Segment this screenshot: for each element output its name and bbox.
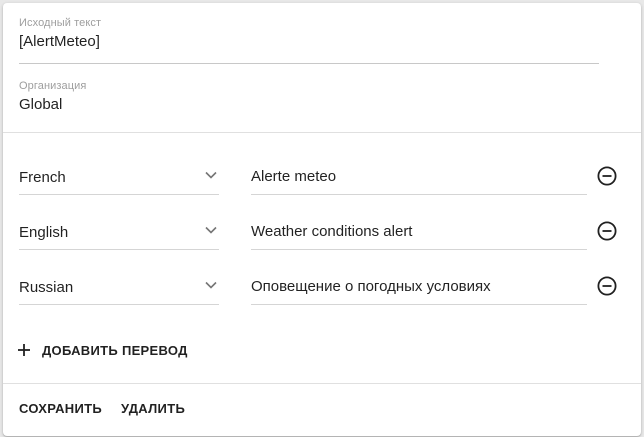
translation-row-french: French	[3, 157, 641, 207]
language-select-russian[interactable]: Russian	[19, 267, 219, 305]
save-button[interactable]: СОХРАНИТЬ	[19, 400, 102, 418]
save-button-label: СОХРАНИТЬ	[19, 401, 102, 416]
language-select-label: English	[19, 224, 69, 241]
plus-icon	[18, 344, 30, 356]
delete-button-label: УДАЛИТЬ	[121, 401, 186, 416]
language-select-english[interactable]: English	[19, 212, 219, 250]
translation-input-field[interactable]	[251, 157, 587, 185]
chevron-down-icon	[205, 226, 217, 234]
translation-input-russian[interactable]	[251, 267, 587, 305]
add-translation-button[interactable]: ДОБАВИТЬ ПЕРЕВОД	[17, 338, 188, 362]
source-text-field[interactable]: Исходный текст [AlertMeteo]	[19, 17, 599, 64]
add-translation-label: ДОБАВИТЬ ПЕРЕВОД	[42, 342, 188, 358]
language-select-label: French	[19, 169, 66, 186]
organization-value: Global	[19, 96, 63, 113]
translation-card: Исходный текст [AlertMeteo] Организация …	[3, 3, 641, 436]
delete-button[interactable]: УДАЛИТЬ	[121, 400, 185, 418]
translation-input-field[interactable]	[251, 212, 587, 240]
translation-input-field[interactable]	[251, 267, 587, 295]
translation-row-english: English	[3, 212, 641, 262]
organization-label: Организация	[19, 80, 87, 92]
remove-circle-icon[interactable]	[596, 275, 618, 297]
language-select-label: Russian	[19, 279, 74, 296]
chevron-down-icon	[205, 171, 217, 179]
header-divider	[3, 132, 641, 133]
footer-divider	[3, 383, 641, 384]
translation-input-english[interactable]	[251, 212, 587, 250]
source-text-value[interactable]: [AlertMeteo]	[19, 33, 599, 50]
organization-field: Организация Global	[19, 80, 86, 113]
remove-circle-icon[interactable]	[596, 165, 618, 187]
remove-circle-icon[interactable]	[596, 220, 618, 242]
translation-row-russian: Russian	[3, 267, 641, 317]
language-select-french[interactable]: French	[19, 157, 219, 195]
source-text-label: Исходный текст	[19, 17, 102, 29]
chevron-down-icon	[205, 281, 217, 289]
translation-input-french[interactable]	[251, 157, 587, 195]
